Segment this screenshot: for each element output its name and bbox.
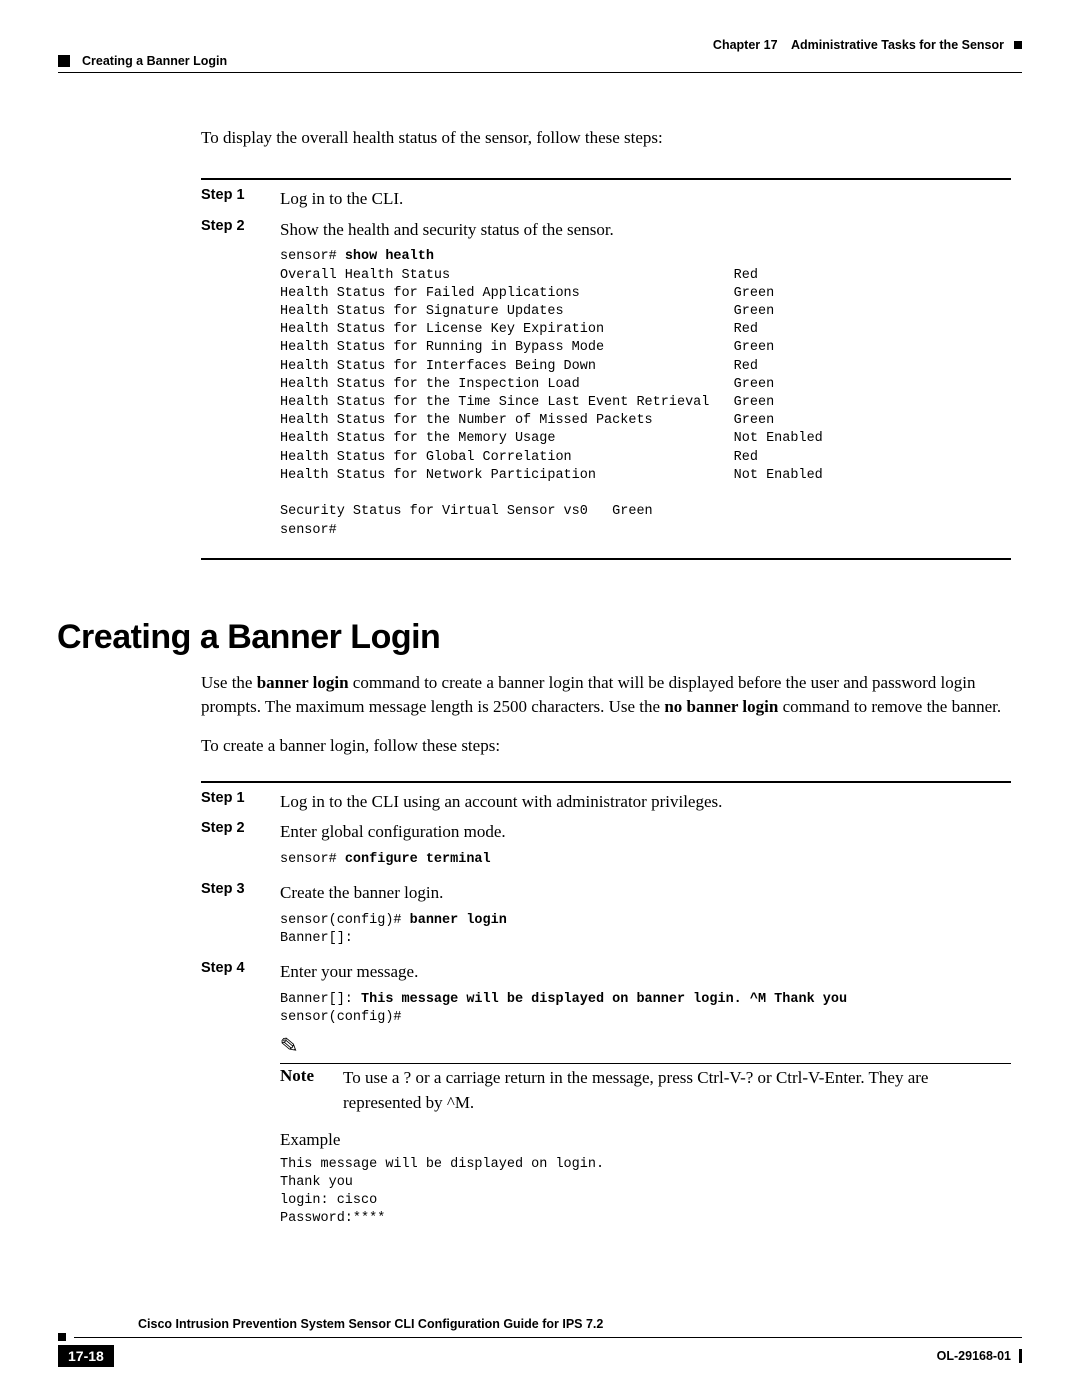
step-separator [201,558,1011,560]
example-label: Example [280,1130,1011,1150]
header-marker-icon [1014,41,1022,49]
step-label: Step 4 [201,960,256,976]
step-separator [201,781,1011,783]
chapter-label: Chapter 17 [713,38,778,52]
note-rule [280,1063,1011,1064]
footer-bar-icon [1019,1349,1022,1363]
section-marker-icon [58,55,70,67]
cli-block: This message will be displayed on login.… [280,1156,1011,1229]
step-label: Step 3 [201,881,256,897]
step-text: Show the health and security status of t… [280,218,1011,243]
command-name: no banner login [664,697,778,716]
step-text: Enter global configuration mode. [280,820,1011,845]
step-row: Step 3 Create the banner login. sensor(c… [201,881,1011,954]
step-text: Create the banner login. [280,881,1011,906]
running-header: Chapter 17 Administrative Tasks for the … [58,38,1022,52]
section-health-status: To display the overall health status of … [201,128,1011,560]
cli-block: sensor(config)# banner login Banner[]: [280,912,1011,948]
chapter-title: Administrative Tasks for the Sensor [791,38,1004,52]
page-footer: Cisco Intrusion Prevention System Sensor… [58,1317,1022,1367]
cli-command: banner login [410,913,507,928]
cli-prompt: sensor# [280,852,345,867]
section-heading: Creating a Banner Login [57,618,1022,657]
section-crumb: Creating a Banner Login [82,54,227,68]
cli-block: sensor# configure terminal [280,851,1011,869]
cli-command: This message will be displayed on banner… [361,992,847,1007]
step-row: Step 2 Enter global configuration mode. … [201,820,1011,875]
step-text: Log in to the CLI. [280,187,1011,212]
step-row: Step 1 Log in to the CLI. [201,187,1011,212]
command-name: banner login [257,673,349,692]
document-id: OL-29168-01 [937,1349,1022,1363]
cli-command: show health [345,249,434,264]
paragraph: Use the banner login command to create a… [201,671,1011,720]
note-text: To use a ? or a carriage return in the m… [343,1066,1011,1115]
note-block: Note To use a ? or a carriage return in … [280,1066,1011,1115]
step-label: Step 2 [201,820,256,836]
intro-text: To display the overall health status of … [201,128,1011,148]
footer-rule [74,1337,1022,1338]
pencil-icon: ✎ [279,1033,300,1061]
step-separator [201,178,1011,180]
cli-block: Banner[]: This message will be displayed… [280,991,1011,1027]
cli-output: Banner[]: [280,931,353,946]
step-label: Step 1 [201,790,256,806]
step-row: Step 2 Show the health and security stat… [201,218,1011,546]
cli-prompt: sensor(config)# [280,913,410,928]
cli-prompt: sensor# [280,249,345,264]
running-subheader: Creating a Banner Login [58,54,1022,68]
cli-output: sensor(config)# [280,1010,402,1025]
cli-prompt: Banner[]: [280,992,361,1007]
step-row: Step 4 Enter your message. Banner[]: Thi… [201,960,1011,1234]
paragraph: To create a banner login, follow these s… [201,734,1011,759]
step-label: Step 1 [201,187,256,203]
step-row: Step 1 Log in to the CLI using an accoun… [201,790,1011,815]
guide-title: Cisco Intrusion Prevention System Sensor… [138,1317,1022,1331]
note-icon-row: ✎ [280,1033,1011,1057]
cli-output: Overall Health Status Red Health Status … [280,268,823,538]
page-number: 17-18 [58,1345,114,1367]
cli-block: sensor# show health Overall Health Statu… [280,248,1011,540]
page: Chapter 17 Administrative Tasks for the … [0,0,1080,1397]
step-text: Log in to the CLI using an account with … [280,790,1011,815]
footer-marker-icon [58,1333,66,1341]
step-text: Enter your message. [280,960,1011,985]
header-rule [58,72,1022,73]
section-banner-login: Use the banner login command to create a… [201,671,1011,1235]
note-label: Note [280,1066,325,1086]
cli-command: configure terminal [345,852,491,867]
step-label: Step 2 [201,218,256,234]
